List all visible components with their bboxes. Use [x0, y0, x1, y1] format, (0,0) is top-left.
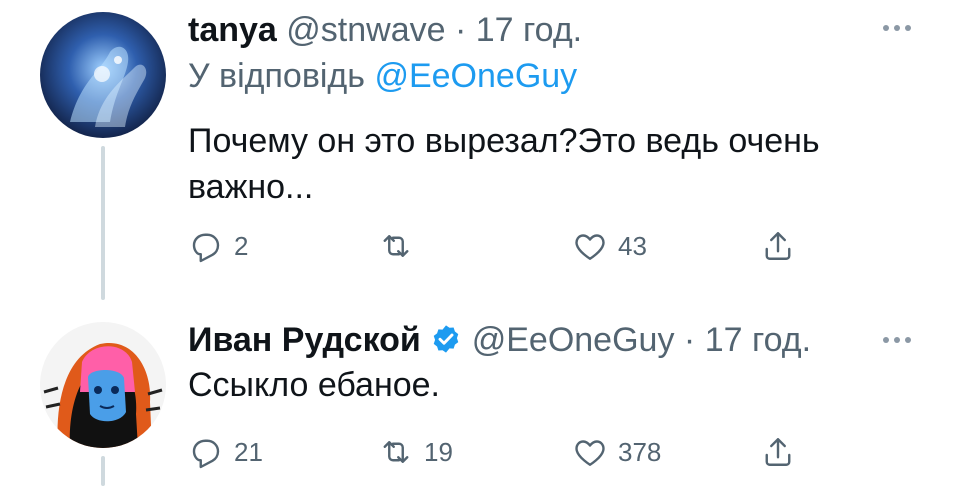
share-button[interactable] — [760, 432, 796, 472]
user-handle[interactable]: @EeOneGuy — [472, 321, 675, 359]
avatar-ivan[interactable] — [40, 322, 166, 448]
heart-icon — [575, 440, 605, 466]
replying-to: У відповідь @EeOneGuy — [188, 56, 577, 96]
retweet-button[interactable] — [378, 226, 424, 266]
timestamp[interactable]: 17 год. — [705, 321, 811, 359]
reply-icon — [192, 233, 220, 263]
replying-prefix: У відповідь — [188, 57, 365, 95]
like-count: 43 — [618, 230, 647, 261]
retweet-count: 19 — [424, 436, 453, 467]
thread-connector — [101, 146, 105, 300]
reply-button[interactable]: 2 — [188, 226, 248, 266]
reply-button[interactable]: 21 — [188, 432, 263, 472]
more-icon[interactable] — [877, 330, 917, 350]
avatar-icon — [40, 12, 166, 138]
avatar-tanya[interactable] — [40, 12, 166, 138]
reply-icon — [192, 439, 220, 469]
tweet-1[interactable]: tanya @stnwave · 17 год. У відповідь @Ee… — [0, 0, 960, 300]
tweet-header: tanya @stnwave · 17 год. — [188, 10, 582, 50]
retweet-icon — [383, 441, 409, 463]
retweet-button[interactable]: 19 — [378, 432, 453, 472]
display-name[interactable]: tanya — [188, 11, 277, 49]
retweet-icon — [383, 235, 409, 257]
more-icon[interactable] — [877, 18, 917, 38]
share-button[interactable] — [760, 226, 796, 266]
separator: · — [683, 321, 696, 359]
user-handle[interactable]: @stnwave — [286, 11, 445, 49]
separator: · — [454, 11, 467, 49]
share-icon — [765, 232, 791, 260]
like-count: 378 — [618, 436, 662, 467]
reply-count: 2 — [234, 230, 249, 261]
timestamp[interactable]: 17 год. — [476, 11, 582, 49]
avatar-icon — [40, 322, 166, 448]
thread-connector — [101, 456, 105, 486]
reply-count: 21 — [234, 436, 263, 467]
tweet-header: Иван Рудской @EeOneGuy · 17 год. — [188, 320, 811, 360]
mention-link[interactable]: @EeOneGuy — [374, 57, 577, 95]
tweet-actions: 21 19 378 — [188, 432, 828, 472]
tweet-text: Ссыкло ебаное. — [188, 366, 440, 404]
verified-badge-icon — [433, 325, 459, 353]
tweet-actions: 2 43 — [188, 226, 828, 266]
tweet-text: Почему он это вырезал?Это ведь очень важ… — [188, 122, 820, 206]
display-name[interactable]: Иван Рудской — [188, 321, 421, 359]
like-button[interactable]: 43 — [572, 226, 647, 266]
share-icon — [765, 438, 791, 466]
heart-icon — [575, 234, 605, 260]
like-button[interactable]: 378 — [572, 432, 661, 472]
